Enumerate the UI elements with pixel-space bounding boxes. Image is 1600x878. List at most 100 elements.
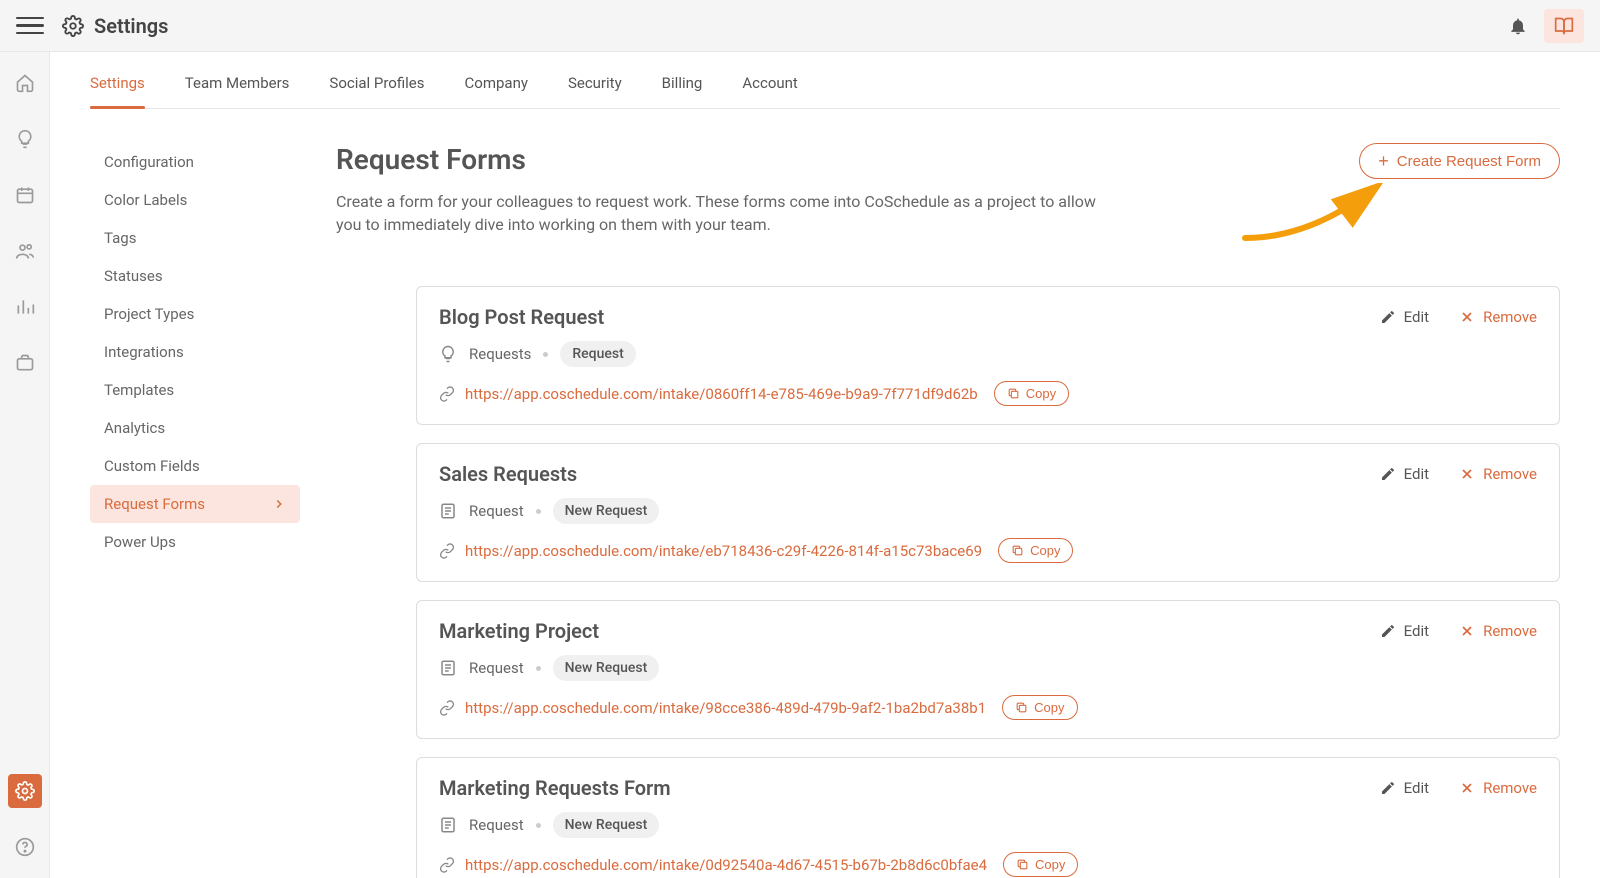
chevron-right-icon xyxy=(272,497,286,511)
sidebar-item-tags[interactable]: Tags xyxy=(90,219,300,257)
copy-button[interactable]: Copy xyxy=(1003,852,1078,877)
forms-list: Blog Post Request Edit Remove Requests Reque… xyxy=(416,286,1560,878)
help-docs-icon[interactable] xyxy=(1544,9,1584,43)
sidebar-item-label: Power Ups xyxy=(104,533,176,551)
tab-security[interactable]: Security xyxy=(568,74,622,108)
form-card: Blog Post Request Edit Remove Requests Reque… xyxy=(416,286,1560,425)
home-rail-icon[interactable] xyxy=(8,66,42,100)
idea-rail-icon[interactable] xyxy=(8,122,42,156)
remove-button[interactable]: Remove xyxy=(1459,465,1537,483)
sidebar-item-label: Tags xyxy=(104,229,136,247)
edit-button[interactable]: Edit xyxy=(1380,622,1429,640)
copy-label: Copy xyxy=(1035,857,1065,872)
form-icon xyxy=(439,502,457,520)
analytics-rail-icon[interactable] xyxy=(8,290,42,324)
remove-button[interactable]: Remove xyxy=(1459,622,1537,640)
remove-label: Remove xyxy=(1483,308,1537,326)
form-card: Sales Requests Edit Remove Request New Reque… xyxy=(416,443,1560,582)
form-link[interactable]: https://app.coschedule.com/intake/0860ff… xyxy=(465,385,978,403)
copy-label: Copy xyxy=(1026,386,1056,401)
sidebar-item-label: Color Labels xyxy=(104,191,187,209)
edit-label: Edit xyxy=(1404,308,1429,326)
edit-button[interactable]: Edit xyxy=(1380,308,1429,326)
form-meta-text: Request xyxy=(469,659,524,677)
form-title: Marketing Requests Form xyxy=(439,776,671,800)
annotation-arrow xyxy=(1240,183,1390,243)
sidebar-item-label: Statuses xyxy=(104,267,163,285)
sidebar-item-label: Templates xyxy=(104,381,174,399)
remove-label: Remove xyxy=(1483,779,1537,797)
sidebar-item-label: Analytics xyxy=(104,419,165,437)
top-tabs: Settings Team Members Social Profiles Compa… xyxy=(90,52,1560,109)
copy-button[interactable]: Copy xyxy=(998,538,1073,563)
form-link[interactable]: https://app.coschedule.com/intake/0d9254… xyxy=(465,856,987,874)
assets-rail-icon[interactable] xyxy=(8,346,42,380)
tab-social-profiles[interactable]: Social Profiles xyxy=(329,74,424,108)
form-type-pill: New Request xyxy=(553,655,660,681)
form-link[interactable]: https://app.coschedule.com/intake/eb7184… xyxy=(465,542,982,560)
form-title: Blog Post Request xyxy=(439,305,604,329)
page-title-header: Settings xyxy=(94,14,168,38)
notifications-icon[interactable] xyxy=(1498,9,1538,43)
remove-button[interactable]: Remove xyxy=(1459,308,1537,326)
settings-sidebar: Configuration Color Labels Tags Statuses Pro… xyxy=(90,143,300,878)
form-title: Marketing Project xyxy=(439,619,599,643)
form-link[interactable]: https://app.coschedule.com/intake/98cce3… xyxy=(465,699,986,717)
form-meta-text: Request xyxy=(469,502,524,520)
form-type-pill: Request xyxy=(560,341,635,367)
tab-company[interactable]: Company xyxy=(465,74,528,108)
calendar-rail-icon[interactable] xyxy=(8,178,42,212)
sidebar-item-configuration[interactable]: Configuration xyxy=(90,143,300,181)
tab-account[interactable]: Account xyxy=(742,74,798,108)
topbar: Settings xyxy=(0,0,1600,52)
sidebar-item-power-ups[interactable]: Power Ups xyxy=(90,523,300,561)
help-rail-icon[interactable] xyxy=(8,830,42,864)
edit-button[interactable]: Edit xyxy=(1380,465,1429,483)
link-icon xyxy=(439,857,455,873)
form-card: Marketing Project Edit Remove Request New Re… xyxy=(416,600,1560,739)
copy-label: Copy xyxy=(1030,543,1060,558)
sidebar-item-templates[interactable]: Templates xyxy=(90,371,300,409)
edit-label: Edit xyxy=(1404,622,1429,640)
settings-gear-icon xyxy=(62,15,84,37)
create-button-label: Create Request Form xyxy=(1397,153,1541,170)
edit-button[interactable]: Edit xyxy=(1380,779,1429,797)
sidebar-item-label: Custom Fields xyxy=(104,457,200,475)
sidebar-item-label: Request Forms xyxy=(104,495,205,513)
separator-dot xyxy=(536,509,541,514)
page-description: Create a form for your colleagues to req… xyxy=(336,190,1096,236)
tab-settings[interactable]: Settings xyxy=(90,74,145,108)
create-request-form-button[interactable]: + Create Request Form xyxy=(1359,143,1560,179)
sidebar-item-analytics[interactable]: Analytics xyxy=(90,409,300,447)
copy-button[interactable]: Copy xyxy=(1002,695,1077,720)
team-rail-icon[interactable] xyxy=(8,234,42,268)
menu-toggle[interactable] xyxy=(16,12,44,40)
form-card: Marketing Requests FormEditRemoveRequest… xyxy=(416,757,1560,878)
settings-rail-icon[interactable] xyxy=(8,774,42,808)
sidebar-item-custom-fields[interactable]: Custom Fields xyxy=(90,447,300,485)
sidebar-item-label: Configuration xyxy=(104,153,194,171)
link-icon xyxy=(439,386,455,402)
link-icon xyxy=(439,700,455,716)
copy-button[interactable]: Copy xyxy=(994,381,1069,406)
remove-button[interactable]: Remove xyxy=(1459,779,1537,797)
tab-team-members[interactable]: Team Members xyxy=(185,74,290,108)
sidebar-item-project-types[interactable]: Project Types xyxy=(90,295,300,333)
separator-dot xyxy=(536,666,541,671)
idea-icon xyxy=(439,345,457,363)
sidebar-item-color-labels[interactable]: Color Labels xyxy=(90,181,300,219)
edit-label: Edit xyxy=(1404,779,1429,797)
form-meta-text: Requests xyxy=(469,345,531,363)
copy-label: Copy xyxy=(1034,700,1064,715)
remove-label: Remove xyxy=(1483,465,1537,483)
tab-billing[interactable]: Billing xyxy=(662,74,703,108)
form-type-pill: New Request xyxy=(553,498,660,524)
sidebar-item-integrations[interactable]: Integrations xyxy=(90,333,300,371)
edit-label: Edit xyxy=(1404,465,1429,483)
sidebar-item-statuses[interactable]: Statuses xyxy=(90,257,300,295)
sidebar-item-request-forms[interactable]: Request Forms xyxy=(90,485,300,523)
link-icon xyxy=(439,543,455,559)
separator-dot xyxy=(536,823,541,828)
remove-label: Remove xyxy=(1483,622,1537,640)
form-title: Sales Requests xyxy=(439,462,577,486)
